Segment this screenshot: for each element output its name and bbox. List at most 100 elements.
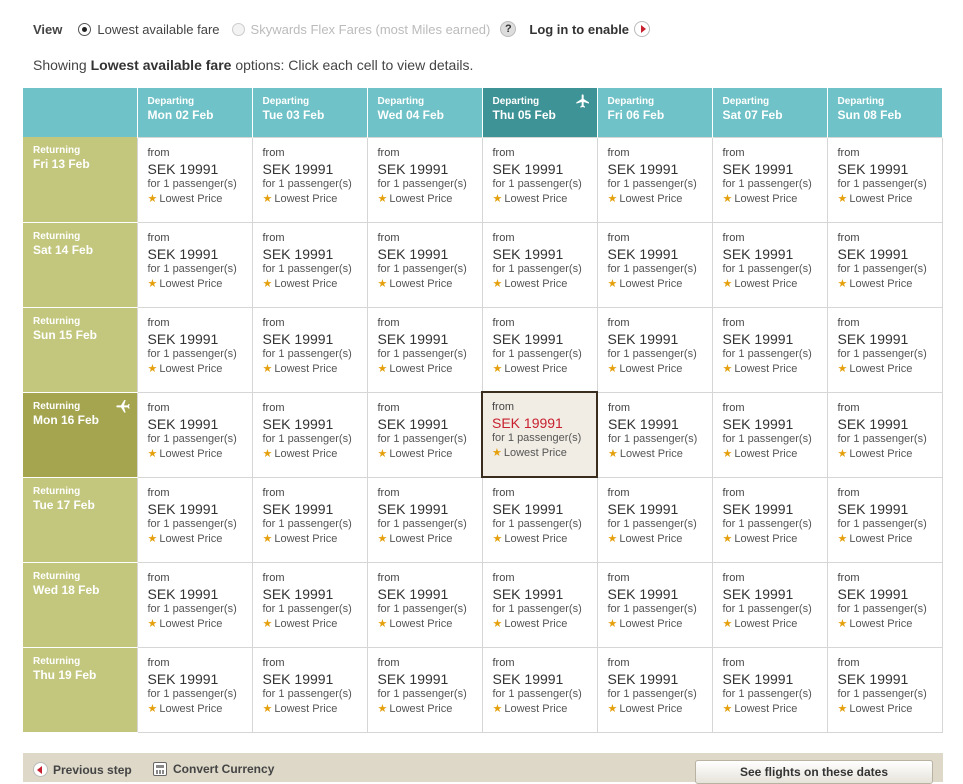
fare-cell[interactable]: from SEK 19991 for 1 passenger(s) ★ Lowest P… — [366, 646, 483, 733]
fare-cell[interactable]: from SEK 19991 for 1 passenger(s) ★ Lowest P… — [596, 306, 713, 393]
fare-cell[interactable]: from SEK 19991 for 1 passenger(s) ★ Lowest P… — [596, 391, 713, 478]
fare-cell[interactable]: from SEK 19991 for 1 passenger(s) ★ Lowest P… — [481, 391, 598, 478]
star-icon: ★ — [377, 617, 388, 630]
fare-cell[interactable]: from SEK 19991 for 1 passenger(s) ★ Lowest P… — [596, 561, 713, 648]
lowest-price-label: Lowest Price — [849, 192, 913, 205]
fare-cell[interactable]: from SEK 19991 for 1 passenger(s) ★ Lowest P… — [251, 136, 368, 223]
departure-header-1[interactable]: Departing Tue 03 Feb — [252, 88, 368, 137]
fare-cell[interactable]: from SEK 19991 for 1 passenger(s) ★ Lowest P… — [711, 221, 828, 308]
fare-cell[interactable]: from SEK 19991 for 1 passenger(s) ★ Lowest P… — [711, 306, 828, 393]
fare-cell[interactable]: from SEK 19991 for 1 passenger(s) ★ Lowest P… — [481, 136, 598, 223]
lowest-price-label: Lowest Price — [849, 277, 913, 290]
fare-cell-content: from SEK 19991 for 1 passenger(s) ★ Lowest P… — [368, 223, 482, 292]
fare-price: SEK 19991 — [377, 245, 449, 262]
fare-cell[interactable]: from SEK 19991 for 1 passenger(s) ★ Lowest P… — [366, 476, 483, 563]
fare-cell[interactable]: from SEK 19991 for 1 passenger(s) ★ Lowest P… — [826, 221, 943, 308]
fare-cell[interactable]: from SEK 19991 for 1 passenger(s) ★ Lowest P… — [136, 646, 253, 733]
departure-header-5[interactable]: Departing Sat 07 Feb — [712, 88, 828, 137]
return-header-4[interactable]: Returning Tue 17 Feb — [23, 477, 137, 563]
fare-cell[interactable]: from SEK 19991 for 1 passenger(s) ★ Lowest P… — [136, 306, 253, 393]
fare-cell[interactable]: from SEK 19991 for 1 passenger(s) ★ Lowest P… — [251, 221, 368, 308]
lowest-price-label: Lowest Price — [389, 277, 453, 290]
star-icon: ★ — [722, 532, 733, 545]
fare-cell[interactable]: from SEK 19991 for 1 passenger(s) ★ Lowest P… — [711, 391, 828, 478]
fare-price: SEK 19991 — [377, 330, 449, 347]
fare-cell[interactable]: from SEK 19991 for 1 passenger(s) ★ Lowest P… — [826, 136, 943, 223]
star-icon: ★ — [262, 277, 273, 290]
departure-date: Sun 08 Feb — [837, 108, 902, 122]
return-header-6[interactable]: Returning Thu 19 Feb — [23, 647, 137, 733]
fare-from: from — [262, 401, 285, 414]
star-icon: ★ — [147, 702, 158, 715]
lowest-price-tag: ★ Lowest Price — [838, 361, 942, 377]
return-header-0[interactable]: Returning Fri 13 Feb — [23, 137, 137, 223]
fare-cell[interactable]: from SEK 19991 for 1 passenger(s) ★ Lowest P… — [136, 221, 253, 308]
fare-cell[interactable]: from SEK 19991 for 1 passenger(s) ★ Lowest P… — [366, 561, 483, 648]
arrow-right-icon[interactable] — [634, 21, 651, 37]
return-header-3[interactable]: Returning Mon 16 Feb — [23, 392, 137, 478]
fare-cell[interactable]: from SEK 19991 for 1 passenger(s) ★ Lowest P… — [711, 646, 828, 733]
departure-header-2[interactable]: Departing Wed 04 Feb — [367, 88, 483, 137]
fare-cell[interactable]: from SEK 19991 for 1 passenger(s) ★ Lowest P… — [596, 646, 713, 733]
fare-cell[interactable]: from SEK 19991 for 1 passenger(s) ★ Lowest P… — [711, 476, 828, 563]
fare-cell[interactable]: from SEK 19991 for 1 passenger(s) ★ Lowest P… — [136, 476, 253, 563]
departure-header-3[interactable]: Departing Thu 05 Feb — [482, 88, 598, 137]
fare-cell[interactable]: from SEK 19991 for 1 passenger(s) ★ Lowest P… — [366, 221, 483, 308]
fare-from: from — [262, 656, 285, 669]
fare-cell[interactable]: from SEK 19991 for 1 passenger(s) ★ Lowest P… — [136, 136, 253, 223]
fare-cell[interactable]: from SEK 19991 for 1 passenger(s) ★ Lowest P… — [251, 476, 368, 563]
fare-price: SEK 19991 — [147, 330, 219, 347]
star-icon: ★ — [722, 702, 733, 715]
departure-header-0[interactable]: Departing Mon 02 Feb — [137, 88, 253, 137]
fare-cell[interactable]: from SEK 19991 for 1 passenger(s) ★ Lowest P… — [251, 306, 368, 393]
fare-cell[interactable]: from SEK 19991 for 1 passenger(s) ★ Lowest P… — [251, 561, 368, 648]
fare-cell[interactable]: from SEK 19991 for 1 passenger(s) ★ Lowest P… — [136, 561, 253, 648]
fare-cell[interactable]: from SEK 19991 for 1 passenger(s) ★ Lowest P… — [596, 136, 713, 223]
see-flights-button[interactable]: See flights on these dates — [695, 760, 933, 784]
fare-passengers: for 1 passenger(s) — [262, 517, 352, 530]
departure-header-6[interactable]: Departing Sun 08 Feb — [827, 88, 943, 137]
fare-cell[interactable]: from SEK 19991 for 1 passenger(s) ★ Lowest P… — [826, 561, 943, 648]
fare-cell[interactable]: from SEK 19991 for 1 passenger(s) ★ Lowest P… — [366, 136, 483, 223]
fare-cell[interactable]: from SEK 19991 for 1 passenger(s) ★ Lowest P… — [711, 561, 828, 648]
fare-cell[interactable]: from SEK 19991 for 1 passenger(s) ★ Lowest P… — [596, 221, 713, 308]
fare-cell-content: from SEK 19991 for 1 passenger(s) ★ Lowest P… — [368, 478, 482, 547]
fare-cell[interactable]: from SEK 19991 for 1 passenger(s) ★ Lowest P… — [481, 561, 598, 648]
login-link[interactable]: Log in to enable — [529, 22, 629, 37]
fare-cell[interactable]: from SEK 19991 for 1 passenger(s) ★ Lowest P… — [711, 136, 828, 223]
lowest-fare-radio[interactable] — [78, 22, 92, 36]
lowest-fare-label[interactable]: Lowest available fare — [97, 22, 219, 37]
fare-cell[interactable]: from SEK 19991 for 1 passenger(s) ★ Lowest P… — [826, 476, 943, 563]
fare-cell[interactable]: from SEK 19991 for 1 passenger(s) ★ Lowest P… — [826, 391, 943, 478]
lowest-price-tag: ★ Lowest Price — [608, 276, 712, 292]
fare-cell[interactable]: from SEK 19991 for 1 passenger(s) ★ Lowest P… — [366, 306, 483, 393]
star-icon: ★ — [147, 617, 158, 630]
lowest-price-label: Lowest Price — [159, 532, 223, 545]
fare-cell[interactable]: from SEK 19991 for 1 passenger(s) ★ Lowest P… — [596, 476, 713, 563]
return-header-1[interactable]: Returning Sat 14 Feb — [23, 222, 137, 308]
fare-from: from — [607, 486, 630, 499]
help-icon[interactable]: ? — [500, 21, 517, 37]
fare-cell[interactable]: from SEK 19991 for 1 passenger(s) ★ Lowest P… — [481, 476, 598, 563]
fare-cell[interactable]: from SEK 19991 for 1 passenger(s) ★ Lowest P… — [481, 221, 598, 308]
fare-price: SEK 19991 — [837, 585, 909, 602]
fare-cell[interactable]: from SEK 19991 for 1 passenger(s) ★ Lowest P… — [136, 391, 253, 478]
fare-cell-content: from SEK 19991 for 1 passenger(s) ★ Lowest P… — [828, 223, 942, 292]
star-icon: ★ — [492, 447, 502, 459]
fare-cell[interactable]: from SEK 19991 for 1 passenger(s) ★ Lowest P… — [251, 646, 368, 733]
fare-cell[interactable]: from SEK 19991 for 1 passenger(s) ★ Lowest P… — [826, 306, 943, 393]
fare-from: from — [377, 146, 400, 159]
fare-from: from — [492, 571, 515, 584]
fare-cell[interactable]: from SEK 19991 for 1 passenger(s) ★ Lowest P… — [366, 391, 483, 478]
convert-currency-link[interactable]: Convert Currency — [153, 762, 274, 776]
fare-cell[interactable]: from SEK 19991 for 1 passenger(s) ★ Lowest P… — [481, 306, 598, 393]
fare-cell[interactable]: from SEK 19991 for 1 passenger(s) ★ Lowest P… — [826, 646, 943, 733]
fare-cell[interactable]: from SEK 19991 for 1 passenger(s) ★ Lowest P… — [251, 391, 368, 478]
fare-cell-content: from SEK 19991 for 1 passenger(s) ★ Lowest P… — [483, 478, 597, 547]
previous-step-link[interactable]: Previous step — [33, 762, 132, 777]
return-header-5[interactable]: Returning Wed 18 Feb — [23, 562, 137, 648]
departure-header-4[interactable]: Departing Fri 06 Feb — [597, 88, 713, 137]
star-icon: ★ — [607, 702, 618, 715]
return-header-2[interactable]: Returning Sun 15 Feb — [23, 307, 137, 393]
fare-cell[interactable]: from SEK 19991 for 1 passenger(s) ★ Lowest P… — [481, 646, 598, 733]
